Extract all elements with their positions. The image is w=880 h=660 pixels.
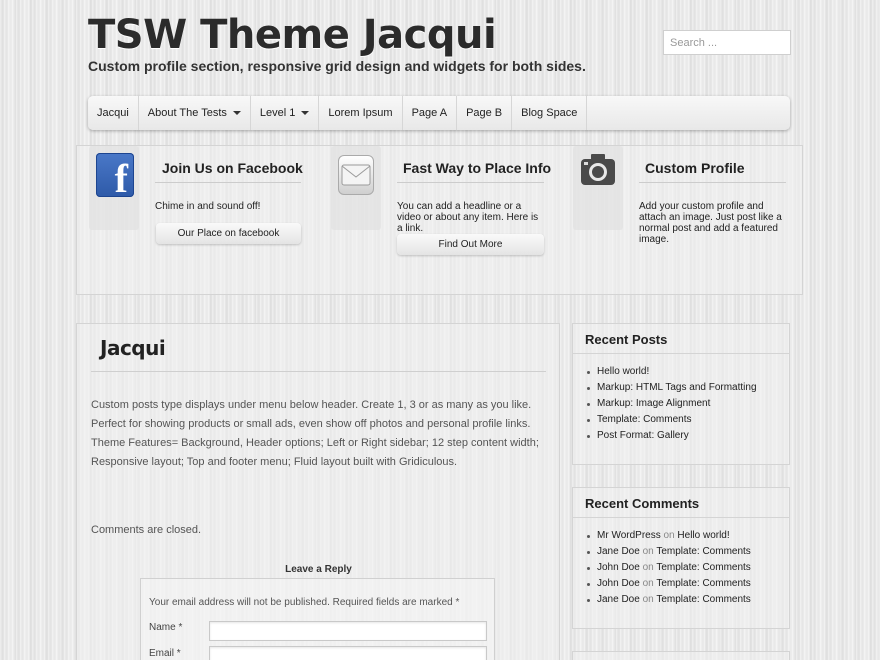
post-link[interactable]: Post Format: Gallery — [597, 430, 689, 441]
name-label: Name * — [149, 622, 183, 633]
facebook-button[interactable]: Our Place on facebook — [156, 223, 301, 244]
connector-text: on — [642, 546, 654, 557]
comment-author-link[interactable]: Jane Doe — [597, 546, 640, 557]
camera-icon[interactable] — [580, 153, 616, 187]
email-field[interactable] — [209, 646, 487, 660]
feature-title: Fast Way to Place Info — [397, 160, 551, 183]
nav-item-page-b[interactable]: Page B — [457, 96, 513, 130]
nav-item-page-a[interactable]: Page A — [403, 96, 458, 130]
nav-item-label: Lorem Ipsum — [328, 107, 393, 119]
caret-down-icon — [232, 111, 241, 115]
post-link[interactable]: Markup: HTML Tags and Formatting — [597, 382, 757, 393]
nav-item-level-1[interactable]: Level 1 — [251, 96, 320, 130]
envelope-icon[interactable] — [338, 155, 374, 195]
comment-author-link[interactable]: John Doe — [597, 562, 640, 573]
list-item[interactable]: Markup: Image Alignment — [587, 396, 789, 412]
list-item[interactable]: Template: Comments — [587, 412, 789, 428]
feature-icon-box: f — [89, 146, 139, 230]
list-item: Jane Doe on Template: Comments — [587, 544, 789, 560]
nav-item-lorem-ipsum[interactable]: Lorem Ipsum — [319, 96, 403, 130]
search-input[interactable] — [663, 30, 791, 55]
main-nav: Jacqui About The Tests Level 1 Lorem Ips… — [88, 96, 790, 130]
caret-down-icon — [301, 111, 310, 115]
list-item: John Doe on Template: Comments — [587, 560, 789, 576]
post-link[interactable]: Hello world! — [597, 366, 649, 377]
email-label: Email * — [149, 648, 181, 659]
feature-text: You can add a headline or a video or abo… — [397, 201, 539, 234]
facebook-icon[interactable]: f — [96, 153, 134, 197]
site-title[interactable]: TSW Theme Jacqui — [88, 12, 497, 58]
name-field[interactable] — [209, 621, 487, 641]
comment-post-link[interactable]: Template: Comments — [656, 562, 750, 573]
feature-title: Join Us on Facebook — [155, 160, 303, 183]
feature-icon-box — [331, 146, 381, 230]
nav-item-blog-space[interactable]: Blog Space — [512, 96, 588, 130]
comment-post-link[interactable]: Template: Comments — [656, 578, 750, 589]
site-tagline: Custom profile section, responsive grid … — [88, 58, 586, 74]
widget-title: Recent Posts — [573, 324, 789, 354]
reply-note: Your email address will not be published… — [149, 597, 460, 608]
comment-author-link[interactable]: Mr WordPress — [597, 530, 661, 541]
nav-item-about-the-tests[interactable]: About The Tests — [139, 96, 251, 130]
feature-text: Chime in and sound off! — [155, 201, 261, 212]
post-title[interactable]: Jacqui — [100, 336, 166, 360]
recent-comments-widget: Recent Comments Mr WordPress on Hello wo… — [572, 487, 790, 629]
connector-text: on — [642, 578, 654, 589]
connector-text: on — [663, 530, 675, 541]
widget-title: Recent Comments — [573, 488, 789, 518]
comments-closed-text: Comments are closed. — [91, 524, 202, 536]
post-body: Custom posts type displays under menu be… — [91, 399, 539, 468]
list-item[interactable]: Hello world! — [587, 364, 789, 380]
list-item[interactable]: Post Format: Gallery — [587, 428, 789, 444]
comment-post-link[interactable]: Template: Comments — [656, 594, 750, 605]
nav-item-label: Blog Space — [521, 107, 578, 119]
nav-item-label: About The Tests — [147, 107, 227, 119]
nav-item-label: Page B — [466, 107, 503, 119]
comment-post-link[interactable]: Hello world! — [677, 530, 729, 541]
list-item: Mr WordPress on Hello world! — [587, 528, 789, 544]
post-link[interactable]: Template: Comments — [597, 414, 691, 425]
find-out-more-button[interactable]: Find Out More — [397, 234, 544, 255]
recent-posts-widget: Recent Posts Hello world! Markup: HTML T… — [572, 323, 790, 465]
connector-text: on — [642, 562, 654, 573]
reply-title: Leave a Reply — [285, 564, 352, 575]
feature-text: Add your custom profile and attach an im… — [639, 201, 782, 245]
nav-item-label: Page A — [411, 107, 448, 119]
list-item: John Doe on Template: Comments — [587, 576, 789, 592]
recent-comments-list: Mr WordPress on Hello world! Jane Doe on… — [573, 518, 789, 608]
list-item[interactable]: Markup: HTML Tags and Formatting — [587, 380, 789, 396]
recent-posts-list: Hello world! Markup: HTML Tags and Forma… — [573, 354, 789, 444]
comment-author-link[interactable]: Jane Doe — [597, 594, 640, 605]
nav-item-label: Level 1 — [259, 107, 296, 119]
feature-title: Custom Profile — [639, 160, 786, 183]
post-link[interactable]: Markup: Image Alignment — [597, 398, 710, 409]
sidebar-widget — [572, 651, 790, 660]
nav-item-label: Jacqui — [97, 107, 129, 119]
connector-text: on — [642, 594, 654, 605]
list-item: Jane Doe on Template: Comments — [587, 592, 789, 608]
nav-item-jacqui[interactable]: Jacqui — [88, 96, 139, 130]
comment-author-link[interactable]: John Doe — [597, 578, 640, 589]
feature-icon-box — [573, 146, 623, 230]
comment-post-link[interactable]: Template: Comments — [656, 546, 750, 557]
divider — [91, 371, 546, 372]
